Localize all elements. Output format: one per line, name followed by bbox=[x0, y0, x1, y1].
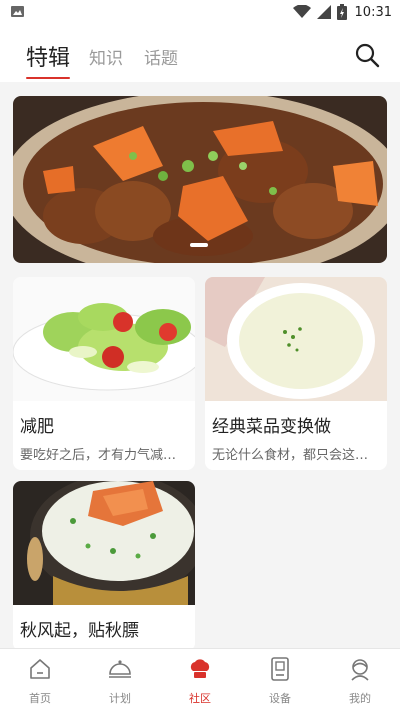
status-icons: 10:31 bbox=[292, 4, 392, 20]
profile-icon bbox=[351, 659, 369, 681]
home-icon bbox=[30, 659, 50, 679]
cloche-icon bbox=[109, 660, 131, 678]
vegetable-salad-photo bbox=[13, 277, 195, 401]
top-tab-bar: 特辑 知识 话题 bbox=[0, 24, 400, 82]
featured-banner[interactable] bbox=[13, 96, 387, 263]
nav-plan[interactable]: 计划 bbox=[80, 649, 160, 711]
creamy-soup-bowl-photo bbox=[205, 277, 387, 401]
card-title: 减肥 bbox=[20, 417, 54, 437]
nav-device[interactable]: 设备 bbox=[240, 649, 320, 711]
nav-label: 社区 bbox=[189, 692, 211, 705]
card-description: 无论什么食材，都只会这… bbox=[212, 448, 369, 463]
nav-home[interactable]: 首页 bbox=[0, 649, 80, 711]
chef-hat-icon bbox=[190, 659, 210, 678]
carousel-indicator bbox=[190, 243, 208, 247]
card-classic-dishes[interactable]: 经典菜品变换做 无论什么食材，都只会这… bbox=[205, 277, 387, 470]
card-title: 经典菜品变换做 bbox=[212, 417, 331, 437]
nav-label: 首页 bbox=[29, 692, 51, 705]
nav-label: 我的 bbox=[349, 692, 371, 705]
nav-profile[interactable]: 我的 bbox=[320, 649, 400, 711]
wifi-icon bbox=[292, 5, 311, 18]
card-autumn[interactable]: 秋风起，贴秋膘 bbox=[13, 481, 195, 651]
status-bar: 10:31 bbox=[0, 0, 400, 24]
nav-label: 设备 bbox=[269, 692, 291, 705]
status-time: 10:31 bbox=[354, 4, 392, 20]
card-title: 秋风起，贴秋膘 bbox=[20, 621, 139, 641]
card-description: 要吃好之后，才有力气减… bbox=[20, 448, 177, 463]
crab-congee-pot-photo bbox=[13, 481, 195, 605]
cellular-signal-icon bbox=[316, 5, 331, 19]
tab-knowledge[interactable]: 知识 bbox=[89, 44, 123, 69]
image-notification-icon bbox=[11, 6, 24, 17]
tab-featured[interactable]: 特辑 bbox=[26, 40, 70, 72]
nav-community[interactable]: 社区 bbox=[160, 649, 240, 711]
card-weight-loss[interactable]: 减肥 要吃好之后，才有力气减… bbox=[13, 277, 195, 470]
tab-topics[interactable]: 话题 bbox=[144, 44, 178, 69]
nav-label: 计划 bbox=[109, 692, 131, 705]
device-icon bbox=[271, 657, 289, 681]
active-tab-indicator bbox=[26, 77, 70, 79]
braised-meat-with-carrots-photo bbox=[13, 96, 387, 263]
bottom-navigation: 首页 计划 社区 设备 我的 bbox=[0, 648, 400, 711]
search-icon[interactable] bbox=[354, 42, 380, 68]
battery-charging-icon bbox=[336, 4, 347, 20]
